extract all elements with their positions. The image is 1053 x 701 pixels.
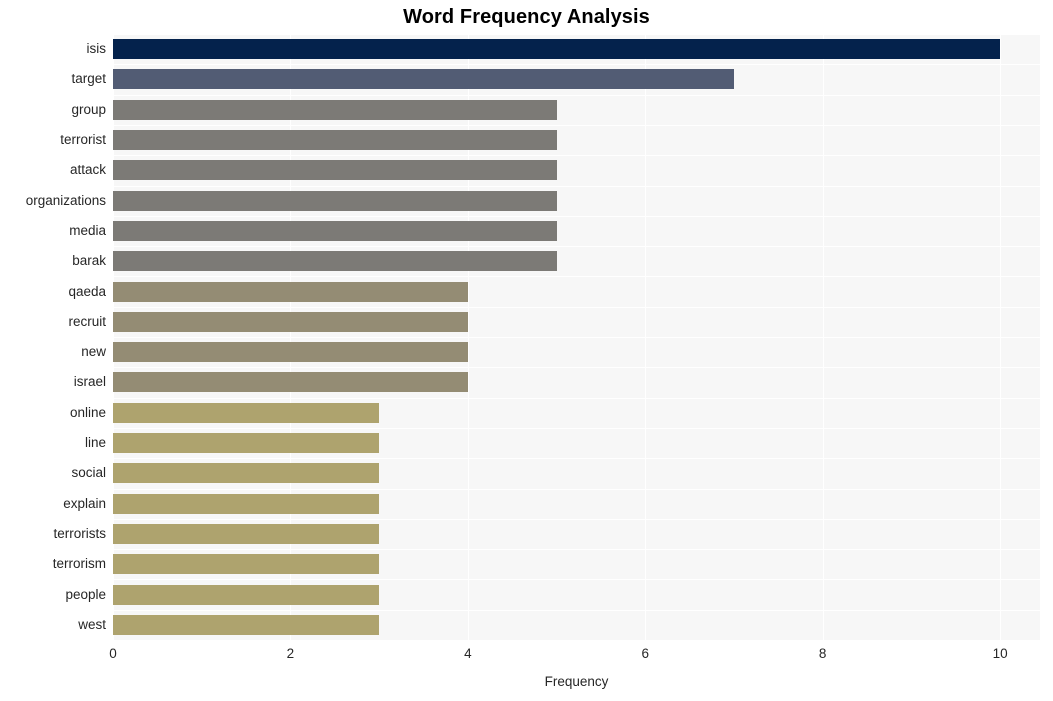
y-axis-tick-label: west [78,616,106,632]
y-axis-tick-label: explain [63,495,106,511]
horizontal-gridline [113,246,1040,247]
y-axis-tick-label: social [71,465,106,481]
word-frequency-bar-chart: Word Frequency Analysis isis target group t… [0,0,1053,701]
bar [113,69,734,90]
bar [113,130,557,151]
x-axis-tick-label: 0 [109,646,117,661]
x-axis-tick-label: 4 [464,646,472,661]
y-axis-tick-label: group [71,101,106,117]
horizontal-gridline [113,579,1040,580]
bar [113,281,468,302]
bar [113,190,557,211]
y-axis-tick-label: terrorist [60,132,106,148]
horizontal-gridline [113,216,1040,217]
bar [113,584,380,605]
x-axis-tick-label: 6 [641,646,649,661]
horizontal-gridline [113,610,1040,611]
y-axis-tick-label: line [84,435,106,451]
y-axis-tick-label: isis [86,41,107,57]
x-axis-tick-label: 10 [992,646,1008,661]
horizontal-gridline [113,276,1040,277]
y-axis-tick-label: qaeda [68,283,106,299]
bar [113,493,380,514]
bar [113,39,1001,60]
bar [113,614,380,635]
y-axis-tick-label: barak [72,253,106,269]
horizontal-gridline [113,549,1040,550]
horizontal-gridline [113,519,1040,520]
y-axis-tick-label: new [81,344,106,360]
horizontal-gridline [113,125,1040,126]
y-axis-tick-label: online [69,404,106,420]
y-axis-tick-label: attack [69,162,106,178]
x-axis-tick-label: 8 [818,646,827,661]
y-axis-tick-label: people [65,586,106,602]
y-axis-tick-label: recruit [68,313,106,329]
horizontal-gridline [113,428,1040,429]
x-axis-label: Frequency [544,674,609,689]
bar [113,220,557,241]
horizontal-gridline [113,155,1040,156]
bar [113,311,468,332]
bar [113,463,380,484]
y-axis-tick-label: terrorists [53,525,106,541]
horizontal-gridline [113,186,1040,187]
horizontal-gridline [113,307,1040,308]
horizontal-gridline [113,337,1040,338]
bar [113,342,468,363]
x-axis-tick-labels: 0 2 4 6 8 10 [109,646,1040,668]
bar [113,523,380,544]
bar [113,251,557,272]
y-axis-tick-label: media [69,222,106,238]
horizontal-gridline [113,398,1040,399]
horizontal-gridline [113,489,1040,490]
bar [113,160,557,181]
y-axis-tick-label: terrorism [52,556,106,572]
bar [113,99,557,120]
bar [113,433,380,454]
bar [113,402,380,423]
x-axis-tick-label: 2 [286,646,295,661]
chart-title: Word Frequency Analysis [403,6,650,28]
y-axis-tick-label: organizations [25,192,106,208]
horizontal-gridline [113,458,1040,459]
horizontal-gridline [113,367,1040,368]
horizontal-gridline [113,34,1040,35]
bar [113,372,468,393]
bar [113,554,380,575]
plot-area [113,34,1040,640]
y-axis-tick-label: israel [73,374,106,390]
y-axis-tick-label: target [71,71,106,87]
y-axis-tick-labels: isis target group terrorist attack organizati… [0,34,106,640]
horizontal-gridline [113,64,1040,65]
horizontal-gridline [113,95,1040,96]
